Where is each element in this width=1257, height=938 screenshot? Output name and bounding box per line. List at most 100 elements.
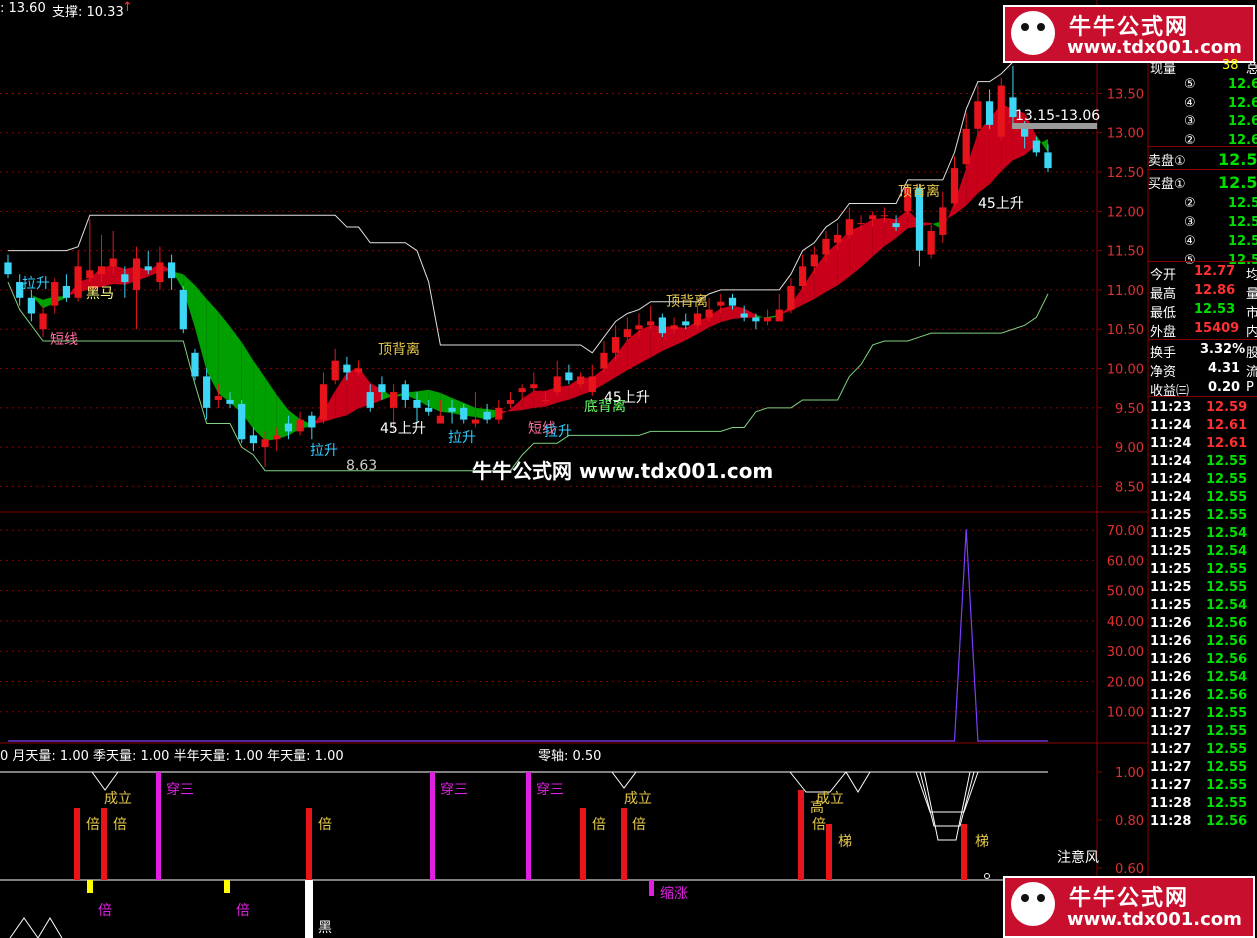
tick-row: 11:23 12.59 xyxy=(1148,400,1255,418)
pressure-label: : 13.60 xyxy=(0,1,46,16)
tick-time: 11:24 xyxy=(1150,418,1192,433)
candle-body xyxy=(249,435,258,444)
stat-row: 最高 12.86 量 xyxy=(1148,283,1257,302)
price-axis-label: 11.50 xyxy=(1107,245,1144,260)
up-arrow-icon: ↑ xyxy=(122,0,133,15)
candle-body xyxy=(167,262,176,279)
signal-label: 倍 xyxy=(812,817,826,833)
chart-annotation: 45上升 xyxy=(978,196,1024,212)
candle-body xyxy=(179,289,187,330)
candle-body xyxy=(693,313,702,326)
tick-row: 11:25 12.55 xyxy=(1148,580,1255,598)
volume-axis-label: 30.00 xyxy=(1107,645,1144,660)
candle-body xyxy=(156,262,164,283)
tick-time: 11:23 xyxy=(1150,400,1192,415)
volume-label: 现量 xyxy=(1150,62,1177,77)
signal-label: 穿三 xyxy=(440,782,468,798)
candle-body xyxy=(506,399,515,404)
level-price: 12.5 xyxy=(1228,234,1257,249)
chart-annotation: 拉升 xyxy=(310,443,338,459)
candle-body xyxy=(296,419,304,432)
tick-price: 12.61 xyxy=(1206,418,1248,433)
candle-body xyxy=(927,230,935,255)
level-price: 12.5 xyxy=(1228,215,1257,230)
signal-v xyxy=(9,917,63,938)
candle-body xyxy=(191,352,199,377)
tick-time: 11:26 xyxy=(1150,670,1192,685)
tick-row: 11:24 12.55 xyxy=(1148,454,1255,472)
candle-body xyxy=(413,399,421,408)
level-index: ③ xyxy=(1184,215,1196,230)
candle-body xyxy=(787,286,795,310)
level-price: 12.6 xyxy=(1228,77,1257,92)
tick-price: 12.55 xyxy=(1206,562,1248,577)
candle-body xyxy=(880,215,889,217)
signal-bar xyxy=(156,772,161,880)
buy1-label: 买盘① xyxy=(1148,177,1186,192)
stat-value: 3.32% xyxy=(1200,342,1246,357)
candle-body xyxy=(939,207,947,235)
bottom-axis-label: 0.80 xyxy=(1115,814,1144,829)
chart-annotation: 拉升 xyxy=(22,276,50,292)
logo-top: 牛牛公式网 www.tdx001.com xyxy=(1003,5,1255,63)
buy-level-row: ② 12.5 xyxy=(1148,196,1257,214)
candle-body xyxy=(682,321,690,326)
stat-tail: 内 xyxy=(1246,325,1257,340)
tick-time: 11:24 xyxy=(1150,454,1192,469)
volume-axis-label: 40.00 xyxy=(1107,615,1144,630)
signal-v xyxy=(789,771,871,793)
center-watermark: 牛牛公式网 www.tdx001.com xyxy=(472,459,774,483)
signal-bar xyxy=(74,808,80,880)
signal-bar xyxy=(101,808,107,880)
candle-body xyxy=(39,313,47,330)
chart-annotation: 拉升 xyxy=(448,430,476,446)
tick-time: 11:27 xyxy=(1150,706,1192,721)
stat-row: 净资 4.31 流 xyxy=(1148,361,1257,380)
price-axis-label: 12.50 xyxy=(1107,166,1144,181)
tick-row: 11:26 12.56 xyxy=(1148,652,1255,670)
tick-time: 11:26 xyxy=(1150,652,1192,667)
candle-body xyxy=(86,270,94,279)
stat-tail: 市 xyxy=(1246,306,1257,321)
price-axis-label: 10.50 xyxy=(1107,323,1144,338)
tick-price: 12.56 xyxy=(1206,814,1248,829)
candle-body xyxy=(553,376,561,393)
level-index: ③ xyxy=(1184,114,1196,129)
sell-level-row: ⑤ 12.6 xyxy=(1148,77,1257,95)
quote-volume-row: 现量 38 总 xyxy=(1148,58,1257,77)
candle-body xyxy=(471,419,480,424)
signal-bar xyxy=(798,790,804,880)
tick-row: 11:24 12.61 xyxy=(1148,436,1255,454)
candle-body xyxy=(623,329,631,338)
trend-band xyxy=(674,326,686,346)
tick-time: 11:25 xyxy=(1150,544,1192,559)
stat-value: 4.31 xyxy=(1208,361,1241,376)
tick-row: 11:24 12.55 xyxy=(1148,472,1255,490)
sell1-label: 卖盘① xyxy=(1148,154,1186,169)
tick-price: 12.61 xyxy=(1206,436,1248,451)
tick-price: 12.55 xyxy=(1206,724,1248,739)
candle-body xyxy=(658,317,667,334)
buy-level-row: ③ 12.5 xyxy=(1148,215,1257,233)
tick-time: 11:27 xyxy=(1150,724,1192,739)
level-price: 12.6 xyxy=(1228,95,1257,111)
buy1-row: 买盘① 12.5 xyxy=(1148,173,1257,192)
candle-body xyxy=(1044,152,1052,169)
support-line xyxy=(7,281,1049,472)
tick-time: 11:27 xyxy=(1150,742,1192,757)
tick-row: 11:24 12.55 xyxy=(1148,490,1255,508)
signal-label: 缩涨 xyxy=(660,886,688,902)
chart-annotation: 45上升 xyxy=(380,421,426,437)
candle-body xyxy=(144,266,152,271)
tick-price: 12.54 xyxy=(1206,670,1248,685)
tick-row: 11:27 12.55 xyxy=(1148,742,1255,760)
price-axis-label: 13.00 xyxy=(1107,127,1144,142)
candle-body xyxy=(518,388,526,393)
signal-bar xyxy=(826,824,832,880)
stat-label: 换手 xyxy=(1150,346,1177,361)
candle-body xyxy=(612,337,620,353)
tick-row: 11:25 12.54 xyxy=(1148,526,1255,544)
candle-body xyxy=(436,415,444,424)
volume-line xyxy=(8,529,1048,742)
volume-value: 38 xyxy=(1222,58,1239,73)
